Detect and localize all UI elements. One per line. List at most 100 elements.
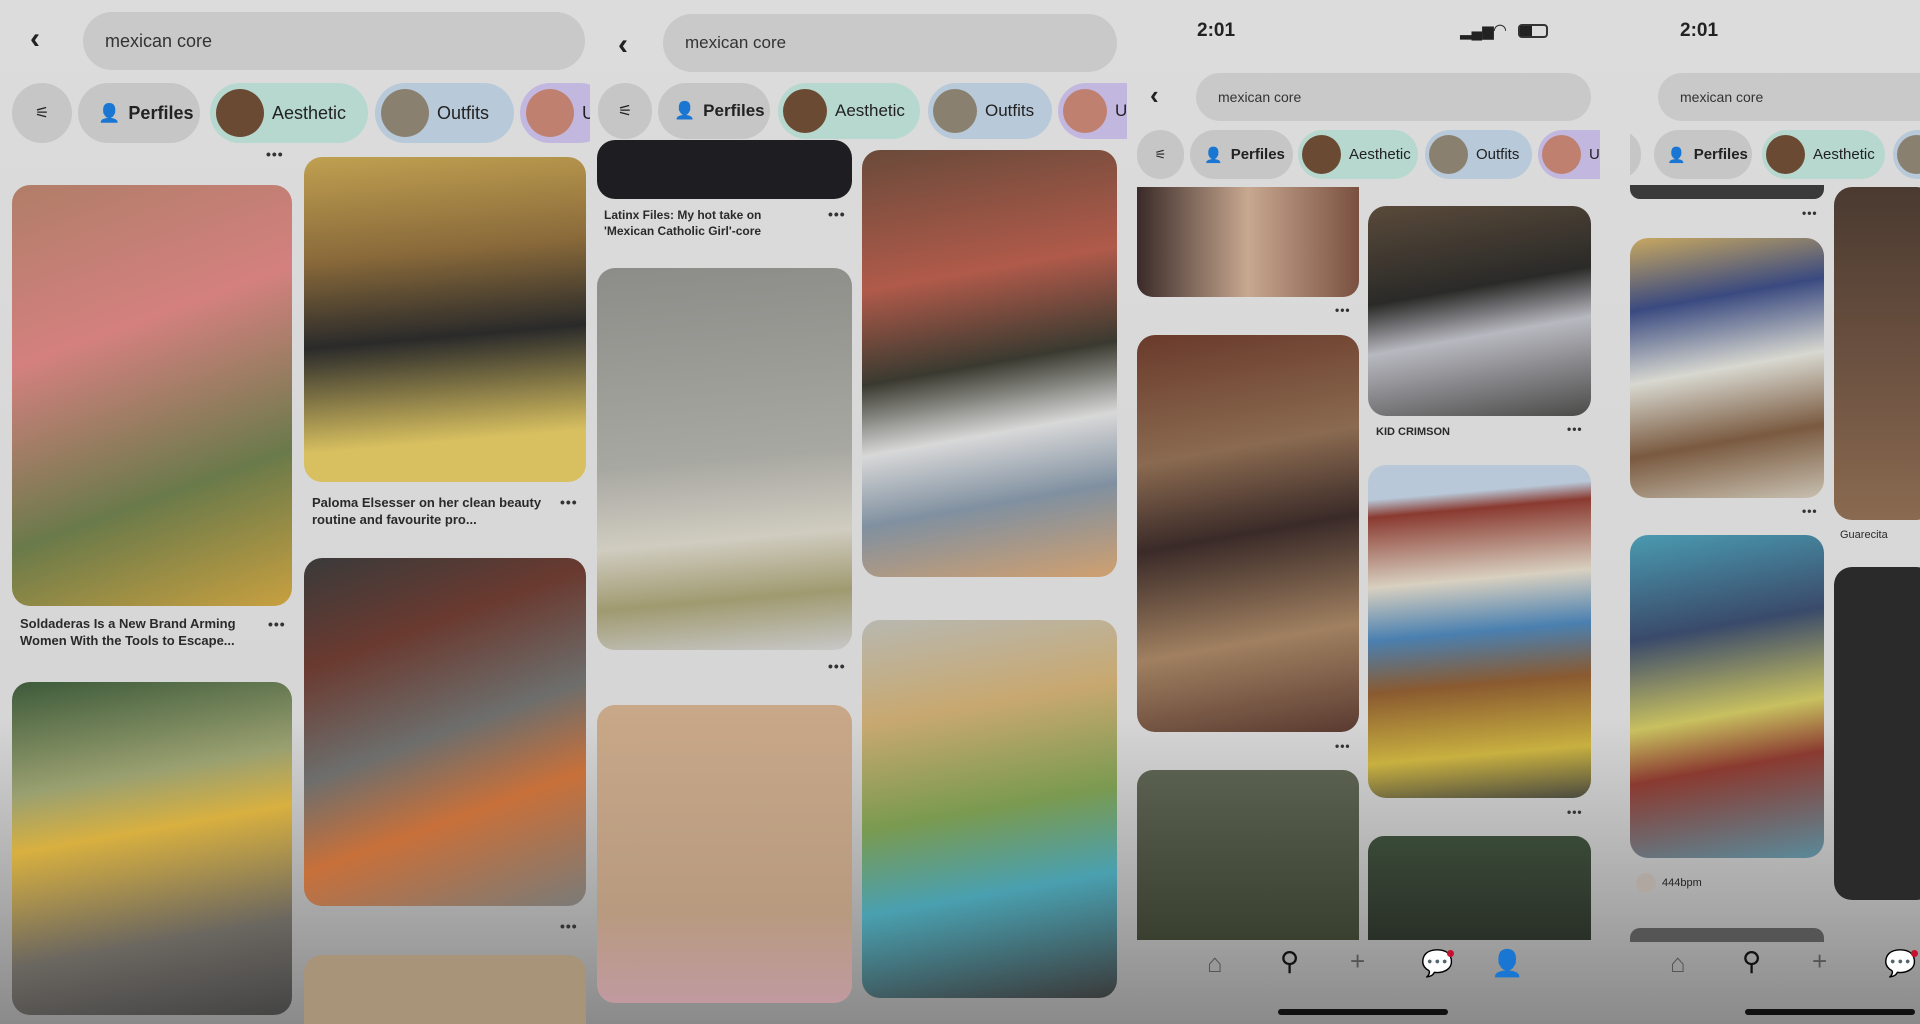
pin-image[interactable]	[12, 185, 292, 606]
person-icon: 👤	[98, 102, 121, 123]
chip-perfiles[interactable]: 👤 Perfiles	[1190, 130, 1293, 179]
pin-image[interactable]	[597, 705, 852, 1003]
chip-thumbnail	[216, 89, 264, 137]
pin-image[interactable]	[1137, 187, 1359, 297]
chip-thumbnail	[1063, 89, 1107, 133]
more-button[interactable]: •••	[1567, 805, 1583, 819]
battery-icon	[1518, 24, 1548, 38]
home-icon[interactable]: ⌂	[1207, 948, 1223, 979]
pin-image[interactable]	[1630, 928, 1824, 942]
more-button[interactable]: •••	[1802, 206, 1818, 220]
chip-aesthetic[interactable]: Aesthetic	[1762, 130, 1885, 179]
chip-label: Outfits	[1476, 146, 1520, 163]
chip-thumbnail	[1897, 135, 1920, 174]
filter-button[interactable]	[1630, 130, 1641, 179]
chip-thumbnail	[1766, 135, 1805, 174]
chip-outfits[interactable]: Outfits	[928, 83, 1052, 139]
search-input[interactable]: mexican core	[83, 12, 585, 70]
chip-thumbnail	[1429, 135, 1468, 174]
pin-caption[interactable]: Paloma Elsesser on her clean beauty rout…	[312, 494, 552, 528]
pin-image[interactable]	[1834, 187, 1920, 520]
chip-perfiles[interactable]: 👤 Perfiles	[78, 83, 200, 143]
more-button[interactable]: •••	[1567, 422, 1583, 436]
pin-image[interactable]	[304, 955, 586, 1024]
more-button[interactable]: •••	[266, 146, 284, 162]
pin-image[interactable]	[597, 140, 852, 199]
more-button[interactable]: •••	[1335, 303, 1351, 317]
chip-label: Outfits	[985, 101, 1035, 120]
more-button[interactable]: •••	[1802, 504, 1818, 518]
pin-caption[interactable]: KID CRIMSON	[1376, 424, 1450, 441]
chip-label: Perfiles	[1230, 146, 1285, 163]
search-input[interactable]: mexican core	[1658, 73, 1920, 121]
back-chevron-icon[interactable]: ‹	[1150, 82, 1159, 108]
pin-image[interactable]	[1368, 206, 1591, 416]
pin-caption[interactable]: Guarecita	[1840, 527, 1888, 544]
profile-icon[interactable]: 👤	[1491, 948, 1523, 979]
search-query: mexican core	[105, 30, 213, 51]
chip-more[interactable]: U	[1058, 83, 1127, 139]
phone-screen-4: 2:01 mexican core 👤 Perfiles Aesthetic ••…	[1630, 0, 1920, 1024]
chip-perfiles[interactable]: 👤 Perfiles	[1654, 130, 1752, 179]
chip-aesthetic[interactable]: Aesthetic	[778, 83, 920, 139]
search-input[interactable]: mexican core	[1196, 73, 1591, 121]
more-button[interactable]: •••	[828, 658, 846, 674]
filter-button[interactable]: ⚟	[12, 83, 72, 143]
chip-thumbnail	[526, 89, 574, 137]
pin-image[interactable]	[597, 268, 852, 650]
home-indicator	[1745, 1009, 1915, 1015]
more-button[interactable]: •••	[268, 616, 286, 632]
pin-image[interactable]	[304, 558, 586, 906]
pin-image[interactable]	[12, 682, 292, 1015]
chip-perfiles[interactable]: 👤 Perfiles	[658, 83, 770, 139]
search-input[interactable]: mexican core	[663, 14, 1117, 72]
pin-image[interactable]	[1368, 836, 1591, 940]
pin-image[interactable]	[1630, 185, 1824, 199]
pin-caption[interactable]: Latinx Files: My hot take on 'Mexican Ca…	[604, 207, 804, 239]
status-time: 2:01	[1197, 20, 1236, 41]
notification-badge	[1447, 950, 1454, 957]
chip-aesthetic[interactable]: Aesthetic	[1298, 130, 1418, 179]
chip-label: Perfiles	[703, 101, 765, 120]
chip-outfits[interactable]: Outfits	[375, 83, 514, 143]
filter-button[interactable]: ⚟	[598, 83, 652, 139]
back-chevron-icon[interactable]: ‹	[618, 30, 628, 60]
chip-label: Perfiles	[1693, 146, 1748, 163]
phone-screen-2: ‹ mexican core ⚟ 👤 Perfiles Aesthetic Out…	[590, 0, 1135, 1024]
more-button[interactable]: •••	[560, 494, 578, 510]
add-icon[interactable]: +	[1812, 946, 1827, 977]
more-button[interactable]: •••	[1335, 739, 1351, 753]
pin-image[interactable]	[1834, 567, 1920, 900]
chip-label: Aesthetic	[272, 102, 347, 123]
filter-button[interactable]: ⚟	[1137, 130, 1184, 179]
home-icon[interactable]: ⌂	[1670, 948, 1686, 979]
add-icon[interactable]: +	[1350, 946, 1365, 977]
pin-image[interactable]	[1630, 238, 1824, 498]
pin-image[interactable]	[1630, 535, 1824, 858]
search-icon[interactable]: ⚲	[1280, 946, 1299, 977]
chip-outfits[interactable]	[1893, 130, 1920, 179]
chip-label: Perfiles	[128, 102, 194, 123]
pin-author[interactable]: 444bpm	[1662, 877, 1702, 889]
chip-label: U	[1589, 146, 1600, 163]
pin-image[interactable]	[862, 620, 1117, 998]
person-icon: 👤	[1667, 146, 1686, 164]
pin-image[interactable]	[1368, 465, 1591, 798]
search-query: mexican core	[1680, 89, 1764, 105]
avatar[interactable]	[1636, 873, 1656, 893]
chip-more[interactable]: U	[1538, 130, 1600, 179]
back-chevron-icon[interactable]: ‹	[30, 24, 40, 54]
search-icon[interactable]: ⚲	[1742, 946, 1761, 977]
signal-icon: ▂▄▆	[1460, 23, 1494, 40]
chip-outfits[interactable]: Outfits	[1425, 130, 1532, 179]
chip-more[interactable]: U	[520, 83, 590, 143]
pin-caption[interactable]: Soldaderas Is a New Brand Arming Women W…	[20, 615, 270, 649]
pin-image[interactable]	[1137, 770, 1359, 940]
more-button[interactable]: •••	[560, 918, 578, 934]
pin-image[interactable]	[1137, 335, 1359, 732]
status-time: 2:01	[1680, 20, 1719, 41]
chip-aesthetic[interactable]: Aesthetic	[210, 83, 368, 143]
pin-image[interactable]	[304, 157, 586, 482]
pin-image[interactable]	[862, 150, 1117, 577]
more-button[interactable]: •••	[828, 206, 846, 222]
